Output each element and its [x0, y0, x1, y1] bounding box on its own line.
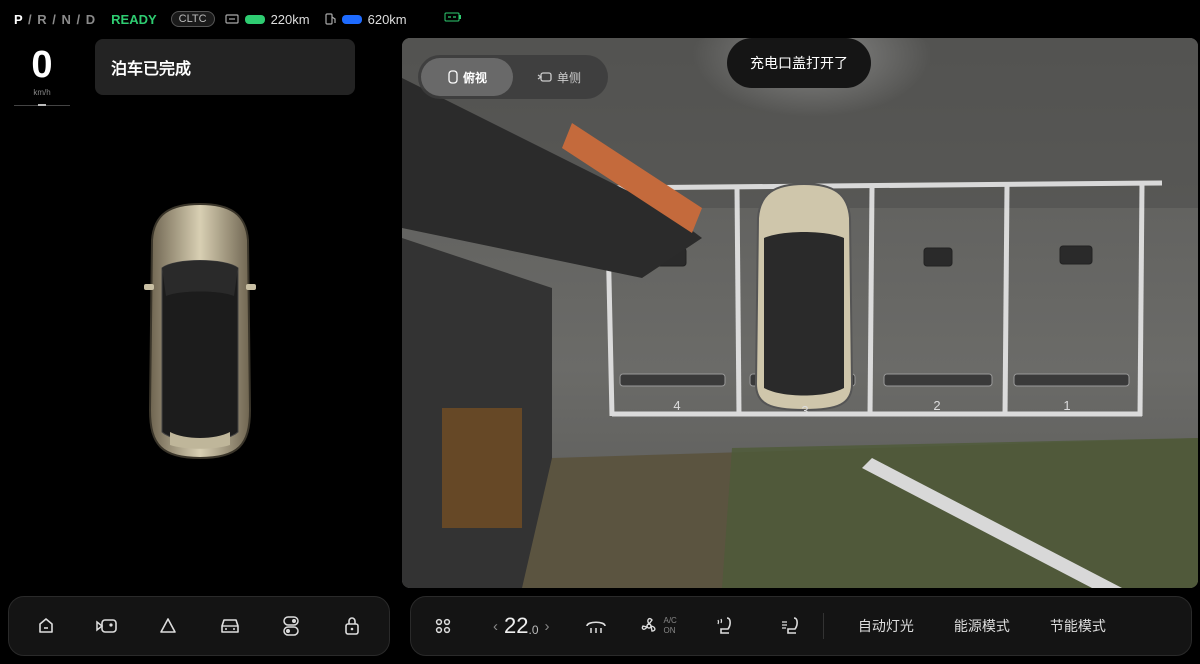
charge-port-alert-text: 充电口盖打开了 — [750, 55, 848, 71]
electric-range-value: 220km — [270, 11, 310, 27]
temperature-value: 22 — [504, 613, 529, 638]
cltc-badge: CLTC — [170, 11, 215, 27]
fuel-range: 620km — [324, 12, 407, 27]
battery-icon — [224, 14, 239, 24]
charge-port-alert: 充电口盖打开了 — [727, 38, 871, 88]
fuel-range-value: 620km — [367, 11, 407, 27]
seat-heat-icon[interactable] — [707, 608, 743, 644]
energy-mode-button[interactable]: 能源模式 — [934, 616, 1030, 636]
top-view-button[interactable]: 俯视 — [421, 58, 513, 96]
left-dock — [8, 596, 390, 656]
speed-divider — [14, 104, 70, 106]
side-view-label: 单侧 — [556, 70, 581, 85]
parking-complete-notice: 泊车已完成 — [95, 39, 355, 95]
speed-unit: km/h — [33, 88, 51, 97]
fuel-level-bar — [341, 14, 362, 24]
status-bar: P / R / N / D READY CLTC 220km 620km — [0, 0, 1200, 38]
home-icon[interactable] — [28, 608, 64, 644]
triangle-warning-icon[interactable] — [150, 608, 186, 644]
vehicle-top-view-image — [144, 202, 256, 460]
gear-indicator: P / R / N / D — [14, 11, 97, 27]
camera-icon[interactable] — [89, 608, 125, 644]
apps-grid-icon[interactable] — [425, 608, 461, 644]
temperature-decrease-icon[interactable]: ‹ — [487, 618, 504, 635]
top-view-icon — [448, 70, 458, 84]
car-front-icon[interactable] — [212, 608, 248, 644]
side-view-icon — [537, 72, 552, 82]
side-view-button[interactable]: 单侧 — [513, 58, 605, 96]
defrost-icon[interactable] — [578, 608, 614, 644]
electric-range: 220km — [224, 11, 310, 27]
speed-value: 0 — [31, 44, 53, 86]
temperature-increase-icon[interactable]: › — [539, 618, 556, 635]
auto-lights-button[interactable]: 自动灯光 — [838, 616, 934, 636]
slot-label-3: 3 — [801, 403, 808, 418]
gear-d: D — [85, 11, 97, 27]
temperature-control: ‹ 22 .0 › — [487, 613, 556, 639]
lock-icon[interactable] — [334, 608, 370, 644]
eco-mode-button[interactable]: 节能模式 — [1030, 616, 1126, 636]
charging-indicator-icon — [444, 12, 462, 25]
fan-icon — [641, 617, 656, 632]
slot-label-1: 1 — [1063, 398, 1070, 413]
view-mode-toggle: 俯视 单侧 — [418, 55, 608, 99]
ac-control[interactable]: A/C ON — [638, 615, 677, 637]
ac-label: A/C — [663, 616, 677, 625]
battery-level-bar — [244, 14, 265, 24]
surround-camera-view[interactable]: 4 3 2 1 — [402, 38, 1198, 588]
ac-status: ON — [663, 626, 676, 635]
ready-indicator: READY — [111, 11, 157, 27]
slot-label-4: 4 — [673, 398, 680, 413]
top-view-label: 俯视 — [462, 70, 487, 85]
toggle-icon[interactable] — [273, 608, 309, 644]
gear-n: N — [61, 11, 72, 27]
fuel-pump-icon — [325, 13, 336, 25]
slot-label-2: 2 — [933, 398, 940, 413]
speedometer: 0 km/h — [14, 44, 70, 106]
parking-camera-image: 4 3 2 1 — [402, 38, 1198, 588]
parking-complete-text: 泊车已完成 — [111, 61, 192, 78]
seat-ventilation-icon[interactable] — [773, 608, 809, 644]
gear-r: R — [37, 11, 48, 27]
temperature-decimal: .0 — [528, 623, 539, 637]
right-dock: ‹ 22 .0 › A/C ON 自动灯光 能源模式 节能模式 — [410, 596, 1192, 656]
dock-separator — [822, 613, 824, 639]
